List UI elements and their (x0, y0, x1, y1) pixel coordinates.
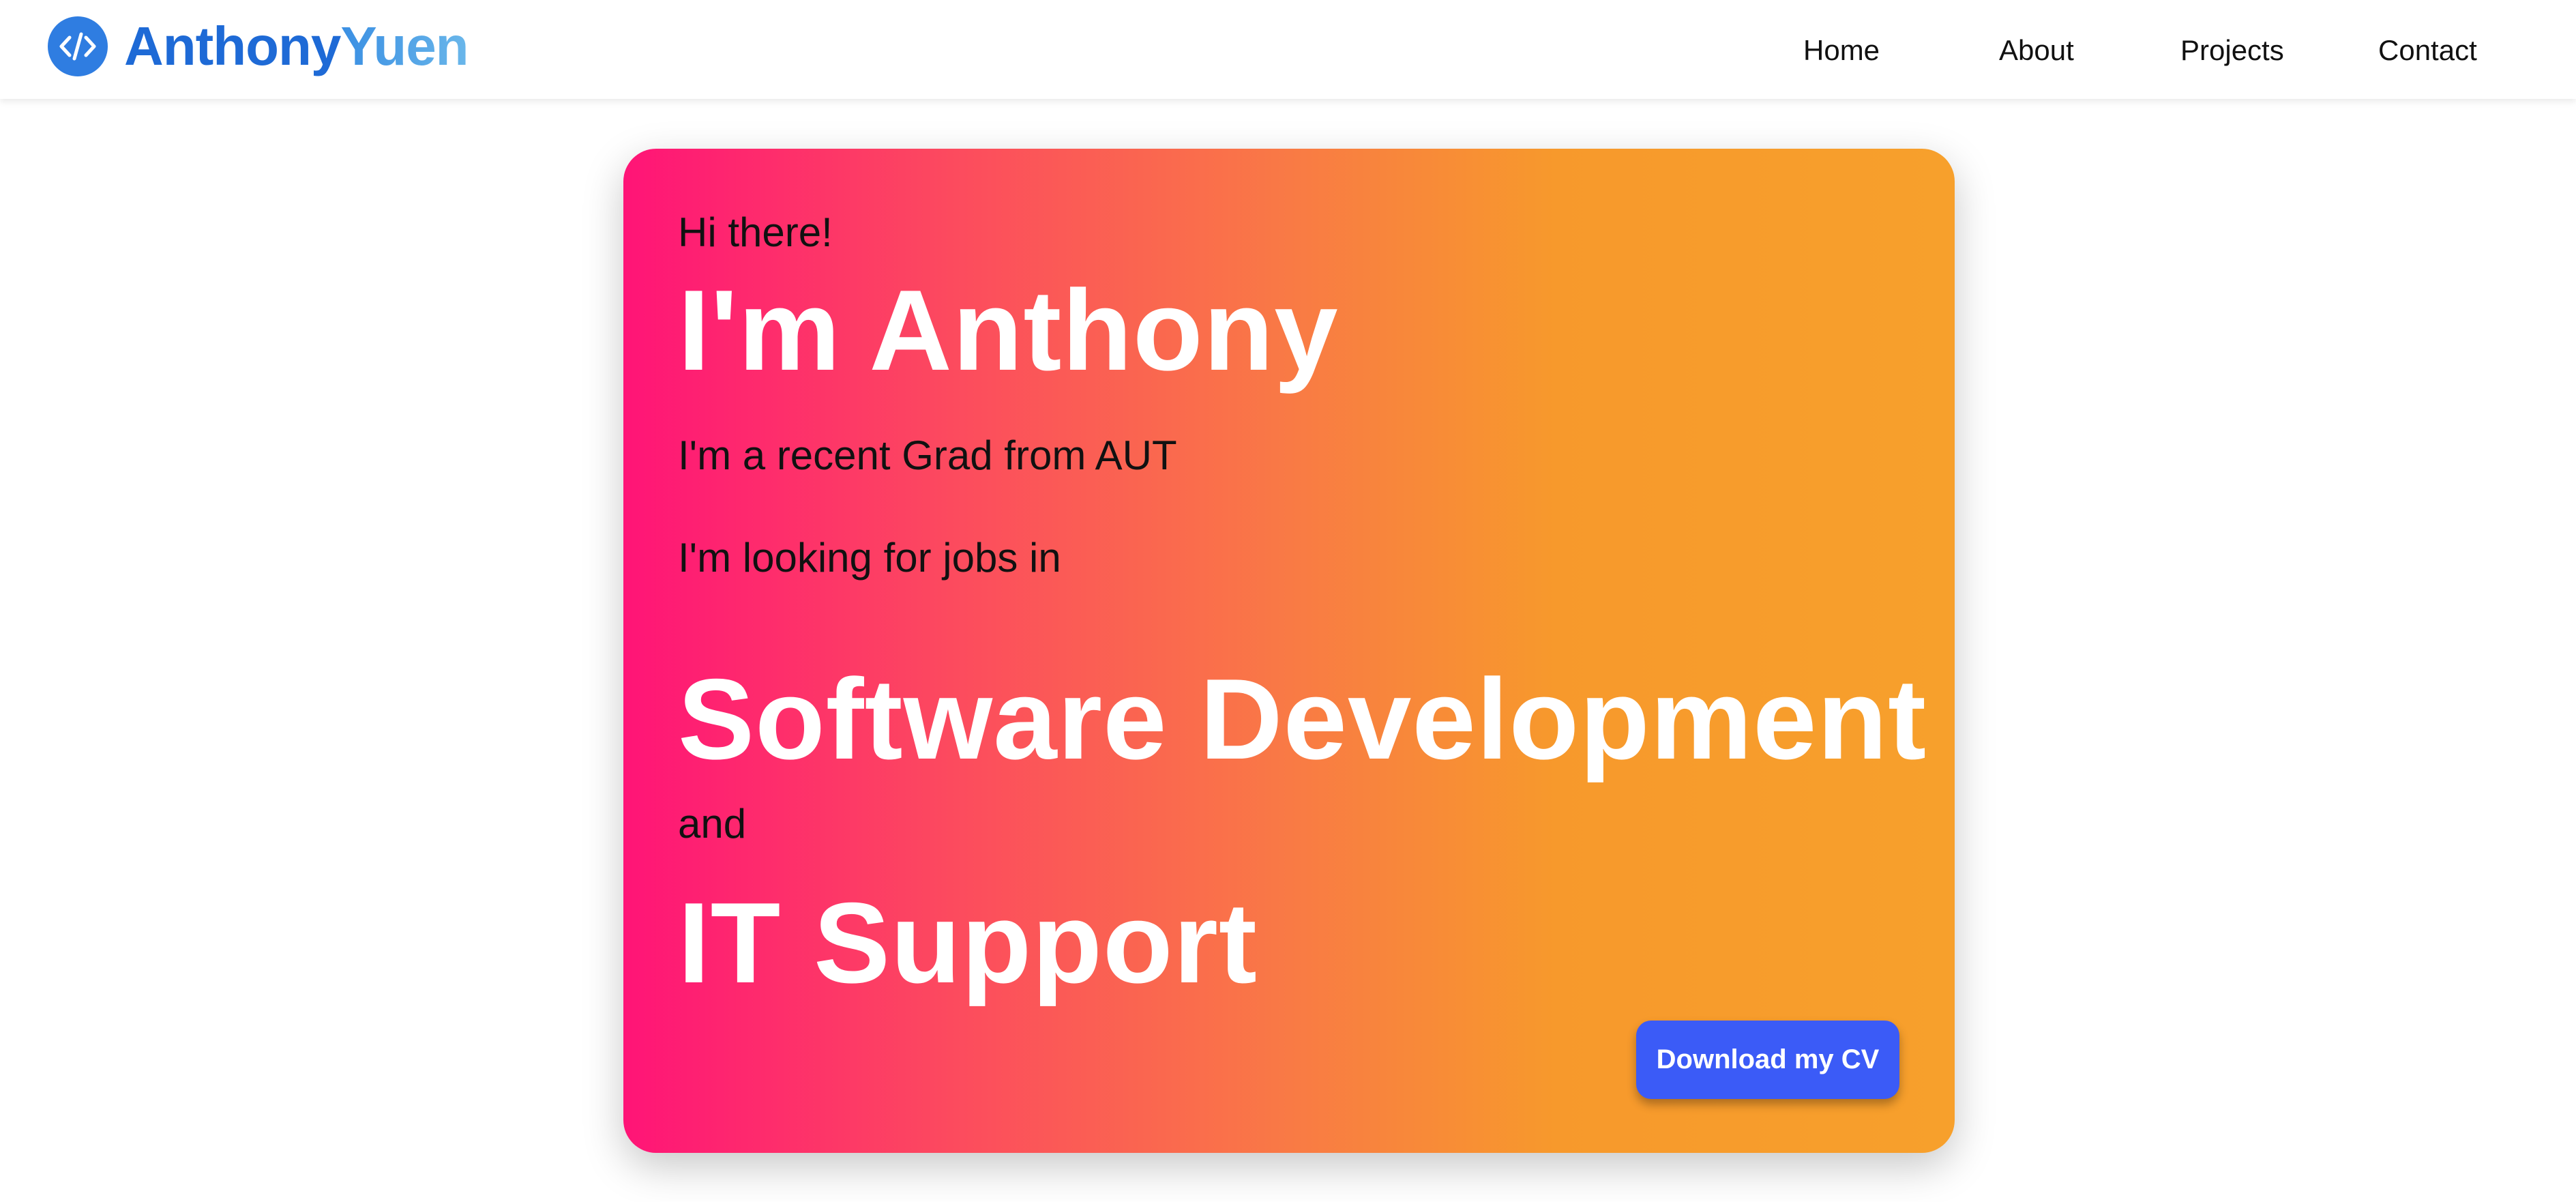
hero-and-text: and (678, 801, 747, 847)
download-cv-button[interactable]: Download my CV (1636, 1021, 1899, 1099)
hero-role-software: Software Development (678, 655, 1927, 783)
hero-role-it: IT Support (678, 879, 1258, 1007)
hero-card: Hi there! I'm Anthony I'm a recent Grad … (623, 149, 1955, 1153)
hero-name-heading: I'm Anthony (678, 266, 1339, 394)
nav-link-contact[interactable]: Contact (2378, 34, 2477, 67)
hero-looking-line: I'm looking for jobs in (678, 535, 1061, 581)
brand-last-name: Yuen (340, 15, 469, 76)
nav-link-projects[interactable]: Projects (2180, 34, 2284, 67)
brand-first-name: Anthony (124, 15, 341, 76)
hero-greeting: Hi there! (678, 209, 833, 255)
brand-logo[interactable]: AnthonyYuen (48, 14, 469, 78)
nav-link-about[interactable]: About (1999, 34, 2074, 67)
code-icon (48, 16, 108, 76)
navbar: AnthonyYuen Home About Projects Contact (0, 0, 2576, 99)
hero-grad-line: I'm a recent Grad from AUT (678, 433, 1177, 478)
brand-name: AnthonyYuen (124, 15, 469, 78)
nav-link-home[interactable]: Home (1803, 34, 1880, 67)
